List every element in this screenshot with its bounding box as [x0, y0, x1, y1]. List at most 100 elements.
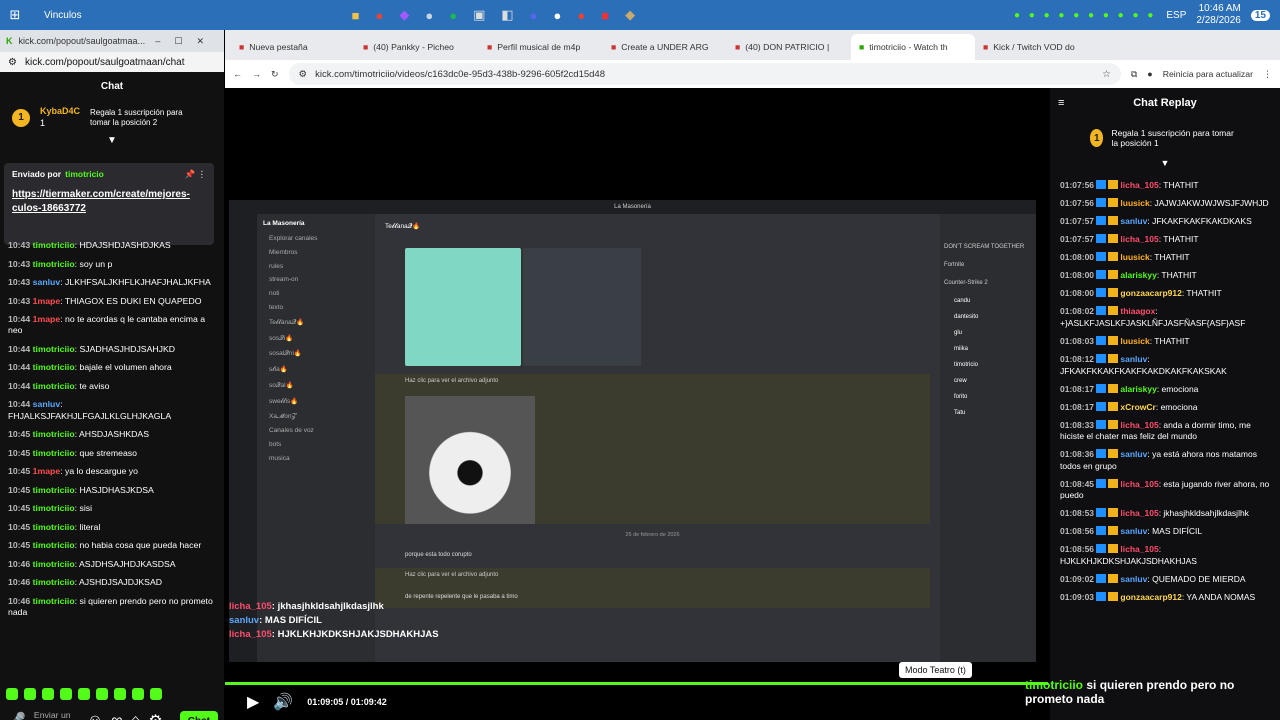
obs-icon[interactable]: ●: [554, 5, 562, 25]
discord-channel[interactable]: noti: [269, 290, 369, 297]
figma-icon[interactable]: ◆: [399, 5, 409, 25]
replay-user[interactable]: sanluv: [1120, 526, 1147, 536]
replay-user[interactable]: sanluv: [1120, 449, 1147, 459]
mic-icon[interactable]: 🎤: [6, 711, 26, 720]
discord-channel[interactable]: swe𝓵𝓵is🔥: [269, 397, 369, 406]
emote-icon[interactable]: [150, 688, 162, 700]
start-icon[interactable]: ⊞: [0, 5, 30, 25]
member-item[interactable]: timotricio: [954, 362, 1032, 368]
tray-icons[interactable]: ● ● ● ● ● ● ● ● ● ●: [1014, 10, 1156, 21]
emote-icon[interactable]: [6, 688, 18, 700]
msg-user[interactable]: timotriciio: [33, 503, 75, 513]
server-name[interactable]: La Masonería: [263, 220, 369, 227]
emote-icon[interactable]: [114, 688, 126, 700]
reload-icon[interactable]: ↻: [271, 69, 279, 80]
member-item[interactable]: miika: [954, 346, 1032, 352]
discord-channel[interactable]: rules: [269, 263, 369, 270]
msg-user[interactable]: 1mape: [33, 466, 61, 476]
activity-item[interactable]: Fortnite: [944, 262, 1032, 268]
msg-user[interactable]: sanluv: [33, 277, 61, 287]
tab-label[interactable]: Nueva pestaña: [249, 42, 307, 52]
notification-badge[interactable]: 15: [1250, 9, 1270, 21]
tab-label[interactable]: Perfil musical de m4p: [497, 42, 580, 52]
replay-gift[interactable]: 1 Regala 1 suscripción para tomar la pos…: [1050, 118, 1280, 158]
play-icon[interactable]: ▶: [247, 692, 259, 712]
discord-channel[interactable]: Canales de voz: [269, 427, 369, 434]
chat-send-button[interactable]: Chat: [179, 710, 218, 720]
replay-user[interactable]: licha_105: [1120, 544, 1158, 554]
file-explorer-icon[interactable]: ■: [352, 5, 360, 25]
video-player[interactable]: La Masonería La Masonería Explorar canal…: [225, 88, 1262, 720]
discord-channel[interactable]: musica: [269, 455, 369, 462]
msg-user[interactable]: sanluv: [33, 399, 61, 409]
replay-user[interactable]: xCrowCr: [1120, 402, 1155, 412]
replay-user[interactable]: sanluv: [1120, 216, 1147, 226]
clock-time[interactable]: 10:46 AM: [1196, 3, 1241, 15]
discord-channel[interactable]: bots: [269, 441, 369, 448]
tab-label[interactable]: (40) Pankky - Picheo: [373, 42, 454, 52]
tab-6[interactable]: ■ Kick / Twitch VOD do: [975, 34, 1099, 60]
tab-2[interactable]: ■ Perfil musical de m4p: [479, 34, 603, 60]
replay-user[interactable]: alariskyy: [1120, 384, 1156, 394]
discord-channel[interactable]: sos𝓠i🔥: [269, 334, 369, 343]
tab-3[interactable]: ■ Create a UNDER ARG: [603, 34, 727, 60]
address-url[interactable]: kick.com/timotriciio/videos/c163dc0e-95d…: [315, 69, 605, 80]
lang-indicator[interactable]: ESP: [1166, 10, 1186, 21]
volume-icon[interactable]: 🔊: [273, 692, 293, 712]
emote-icon[interactable]: [60, 688, 72, 700]
discord-channel[interactable]: stream-on: [269, 276, 369, 283]
tab-0[interactable]: ■ Nueva pestaña: [231, 34, 355, 60]
tab-4[interactable]: ■ (40) DON PATRICIO |: [727, 34, 851, 60]
tab-label[interactable]: timotriciio - Watch th: [869, 42, 947, 52]
activity-item[interactable]: Counter-Strike 2: [944, 280, 1032, 286]
replay-collapse-icon[interactable]: ▼: [1050, 158, 1280, 168]
member-item[interactable]: crew: [954, 378, 1032, 384]
extensions-icon[interactable]: ⧉: [1131, 69, 1137, 80]
msg-user[interactable]: 1mape: [33, 314, 61, 324]
back-icon[interactable]: ←: [233, 69, 242, 79]
popout-address-bar[interactable]: ⚙ kick.com/popout/saulgoatmaan/chat: [0, 52, 224, 72]
msg-user[interactable]: timotriciio: [33, 485, 75, 495]
msg-user[interactable]: timotriciio: [33, 522, 75, 532]
tab-5[interactable]: ■ timotriciio - Watch th: [851, 34, 975, 60]
discord-icon[interactable]: ●: [530, 5, 538, 25]
replay-user[interactable]: luusick: [1120, 198, 1149, 208]
popout-url[interactable]: kick.com/popout/saulgoatmaan/chat: [25, 57, 185, 68]
pinned-link[interactable]: https://tiermaker.com/create/mejores-cul…: [12, 188, 206, 215]
discord-channel[interactable]: so𝓠al🔥: [269, 381, 369, 390]
app-icon[interactable]: ◧: [501, 5, 513, 25]
msg-user[interactable]: timotriciio: [33, 577, 75, 587]
emote-icon[interactable]: [96, 688, 108, 700]
emote-bar[interactable]: [0, 682, 224, 706]
msg-user[interactable]: timotriciio: [33, 381, 75, 391]
tab-label[interactable]: Kick / Twitch VOD do: [993, 42, 1074, 52]
menu-icon[interactable]: ⋮: [1263, 69, 1272, 80]
forward-icon[interactable]: →: [252, 69, 261, 79]
collapse-replay-icon[interactable]: ≡: [1058, 97, 1064, 109]
replay-user[interactable]: luusick: [1120, 336, 1149, 346]
gift-icon[interactable]: ⌂: [131, 712, 141, 720]
gift-position-text[interactable]: Regala 1 suscripción para tomar la posic…: [90, 108, 200, 127]
msg-user[interactable]: timotriciio: [33, 259, 75, 269]
replay-user[interactable]: thiaagox: [1120, 306, 1155, 316]
discord-channel[interactable]: s𝓵ia🔥: [269, 365, 369, 374]
member-item[interactable]: forito: [954, 394, 1032, 400]
discord-channel[interactable]: sosal𝓠ni🔥: [269, 349, 369, 358]
tab-1[interactable]: ■ (40) Pankky - Picheo: [355, 34, 479, 60]
tab-label[interactable]: Create a UNDER ARG: [621, 42, 708, 52]
msg-user[interactable]: timotriciio: [33, 448, 75, 458]
replay-user[interactable]: licha_105: [1120, 479, 1158, 489]
pin-by-user[interactable]: timotricio: [65, 169, 104, 180]
chat-input[interactable]: Enviar un mensaje: [34, 711, 79, 720]
msg-user[interactable]: timotriciio: [33, 596, 75, 606]
taskbar-links[interactable]: Vinculos: [44, 10, 82, 21]
spotify-icon[interactable]: ●: [449, 5, 457, 25]
emote-icon[interactable]: [24, 688, 36, 700]
discord-channel[interactable]: Explorar canales: [269, 235, 369, 242]
emoji-icon[interactable]: ☺: [87, 712, 103, 720]
replay-user[interactable]: gonzaacarp912: [1120, 592, 1181, 602]
replay-user[interactable]: sanluv: [1120, 354, 1147, 364]
msg-user[interactable]: timotriciio: [33, 240, 75, 250]
emote-icon[interactable]: [42, 688, 54, 700]
member-item[interactable]: candu: [954, 298, 1032, 304]
